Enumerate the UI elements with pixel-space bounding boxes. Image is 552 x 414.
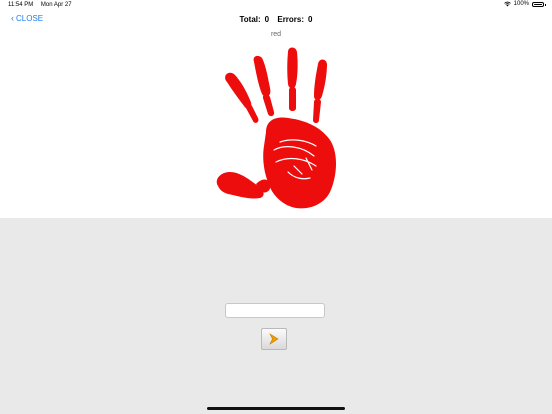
red-handprint-image — [216, 47, 336, 209]
status-date: Mon Apr 27 — [40, 2, 72, 8]
next-button[interactable] — [261, 328, 287, 350]
wifi-icon — [503, 1, 511, 7]
errors-value: 0 — [308, 15, 313, 24]
status-left: 11:54 PM Mon Apr 27 — [8, 2, 78, 8]
status-bar: 11:54 PM Mon Apr 27 100% — [0, 0, 552, 11]
total-value: 0 — [264, 15, 270, 24]
status-time: 11:54 PM — [8, 2, 34, 8]
battery-icon — [532, 1, 546, 7]
errors-label: Errors: — [277, 15, 305, 24]
score-title: Total: 0 Errors: 0 — [0, 15, 552, 24]
chevron-right-icon — [269, 333, 279, 345]
card-word: red — [270, 31, 282, 38]
answer-input[interactable] — [225, 303, 325, 318]
nav-bar: ‹ CLOSE Total: 0 Errors: 0 — [0, 11, 552, 30]
total-label: Total: — [239, 15, 261, 24]
flash-card: red — [0, 30, 552, 218]
home-indicator[interactable] — [207, 407, 345, 410]
status-right: 100% — [503, 1, 546, 7]
battery-percent: 100% — [513, 1, 529, 7]
